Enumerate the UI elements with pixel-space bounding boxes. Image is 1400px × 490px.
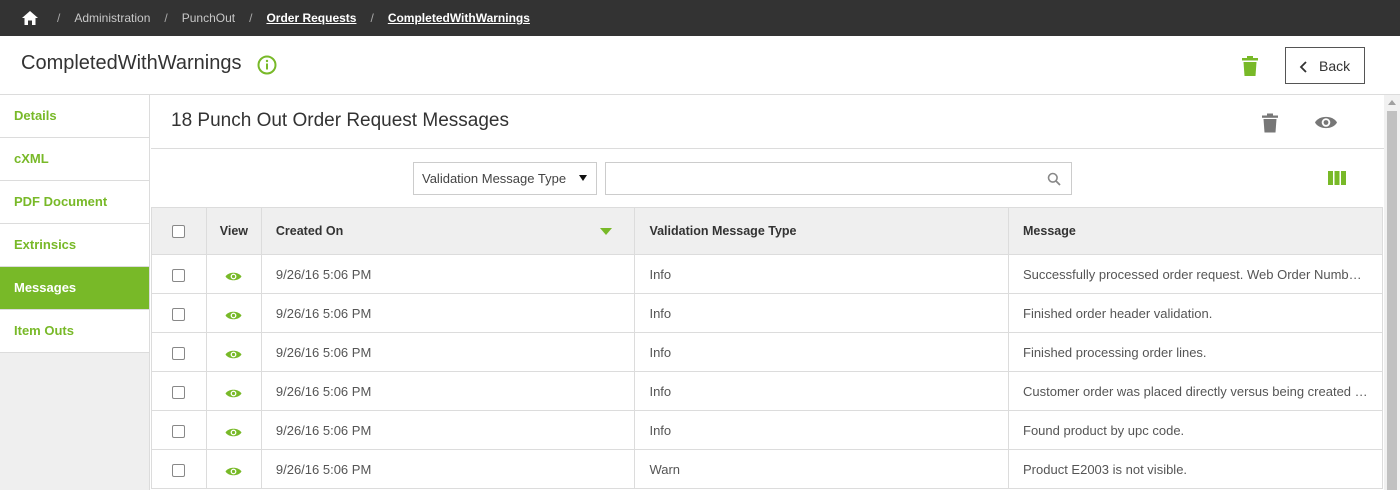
cell-message: Customer order was placed directly versu… — [1008, 371, 1383, 411]
messages-table: View Created On Validation Message Type … — [151, 207, 1383, 489]
table-header-row: View Created On Validation Message Type … — [151, 207, 1383, 255]
page-title: CompletedWithWarnings — [21, 52, 242, 74]
page-header: CompletedWithWarnings Back — [0, 36, 1400, 95]
search-icon[interactable] — [1047, 172, 1061, 186]
table-row: 9/26/16 5:06 PM Info Finished processing… — [151, 332, 1383, 372]
cell-type: Warn — [634, 449, 1009, 489]
panel-header: 18 Punch Out Order Request Messages — [151, 95, 1384, 149]
cell-message: Found product by upc code. — [1008, 410, 1383, 450]
view-eye-icon[interactable] — [225, 270, 242, 281]
breadcrumb-punchout[interactable]: PunchOut — [182, 11, 235, 25]
view-eye-icon[interactable] — [225, 387, 242, 398]
view-eye-icon[interactable] — [225, 348, 242, 359]
row-checkbox[interactable] — [172, 346, 186, 360]
table-row: 9/26/16 5:06 PM Info Successfully proces… — [151, 254, 1383, 294]
chevron-left-icon — [1299, 60, 1309, 73]
breadcrumb: / Administration / PunchOut / Order Requ… — [0, 0, 1400, 36]
sidebar-item-messages[interactable]: Messages — [0, 267, 149, 310]
filter-type-select[interactable]: Validation Message Type — [413, 162, 597, 195]
vertical-scrollbar[interactable] — [1384, 95, 1400, 490]
messages-panel: 18 Punch Out Order Request Messages Vali… — [151, 95, 1384, 490]
cell-created-on: 9/26/16 5:06 PM — [260, 254, 636, 294]
column-header-type[interactable]: Validation Message Type — [634, 207, 1009, 255]
cell-type: Info — [634, 410, 1009, 450]
sidebar-item-cxml[interactable]: cXML — [0, 138, 149, 181]
row-checkbox[interactable] — [172, 268, 186, 282]
view-eye-icon[interactable] — [225, 309, 242, 320]
row-checkbox[interactable] — [172, 307, 186, 321]
sidebar-item-details[interactable]: Details — [0, 95, 149, 138]
breadcrumb-separator: / — [370, 11, 374, 25]
back-button-label: Back — [1319, 57, 1351, 74]
scroll-up-arrow-icon[interactable] — [1388, 100, 1396, 105]
cell-type: Info — [634, 293, 1009, 333]
home-icon[interactable] — [21, 9, 39, 27]
sidebar-item-item-outs[interactable]: Item Outs — [0, 310, 149, 353]
cell-created-on: 9/26/16 5:06 PM — [260, 449, 636, 489]
breadcrumb-separator: / — [57, 11, 61, 25]
sidebar-item-pdf-document[interactable]: PDF Document — [0, 181, 149, 224]
sidebar: Details cXML PDF Document Extrinsics Mes… — [0, 95, 150, 490]
cell-type: Info — [634, 371, 1009, 411]
row-checkbox[interactable] — [172, 463, 186, 477]
filter-bar: Validation Message Type — [151, 149, 1384, 207]
table-row: 9/26/16 5:06 PM Info Found product by up… — [151, 410, 1383, 450]
column-header-created-on[interactable]: Created On — [260, 207, 636, 255]
sort-desc-icon[interactable] — [600, 228, 613, 235]
panel-title: 18 Punch Out Order Request Messages — [171, 110, 509, 131]
view-eye-icon[interactable] — [225, 465, 242, 476]
cell-created-on: 9/26/16 5:06 PM — [260, 371, 636, 411]
table-row: 9/26/16 5:06 PM Warn Product E2003 is no… — [151, 449, 1383, 489]
info-icon[interactable] — [257, 55, 277, 75]
columns-icon[interactable] — [1328, 171, 1346, 185]
cell-created-on: 9/26/16 5:06 PM — [260, 293, 636, 333]
view-eye-icon[interactable] — [225, 426, 242, 437]
breadcrumb-current[interactable]: CompletedWithWarnings — [388, 11, 530, 25]
delete-icon[interactable] — [1240, 55, 1260, 77]
cell-message: Product E2003 is not visible. — [1008, 449, 1383, 489]
select-all-cell — [151, 207, 207, 255]
search-input[interactable] — [606, 163, 1071, 194]
cell-type: Info — [634, 254, 1009, 294]
column-header-view: View — [205, 207, 262, 255]
cell-message: Finished processing order lines. — [1008, 332, 1383, 372]
table-row: 9/26/16 5:06 PM Info Customer order was … — [151, 371, 1383, 411]
filter-select-value: Validation Message Type — [422, 171, 567, 186]
cell-created-on: 9/26/16 5:06 PM — [260, 332, 636, 372]
breadcrumb-separator: / — [164, 11, 168, 25]
sidebar-item-extrinsics[interactable]: Extrinsics — [0, 224, 149, 267]
caret-down-icon — [579, 175, 587, 181]
column-header-created-on-label: Created On — [275, 224, 344, 238]
cell-message: Finished order header validation. — [1008, 293, 1383, 333]
eye-icon[interactable] — [1314, 114, 1338, 131]
cell-created-on: 9/26/16 5:06 PM — [260, 410, 636, 450]
breadcrumb-administration[interactable]: Administration — [74, 11, 150, 25]
row-checkbox[interactable] — [172, 424, 186, 438]
search-field[interactable] — [605, 162, 1072, 195]
breadcrumb-separator: / — [249, 11, 253, 25]
row-checkbox[interactable] — [172, 385, 186, 399]
scrollbar-thumb[interactable] — [1387, 111, 1397, 490]
table-row: 9/26/16 5:06 PM Info Finished order head… — [151, 293, 1383, 333]
delete-icon[interactable] — [1261, 113, 1279, 133]
breadcrumb-order-requests[interactable]: Order Requests — [266, 11, 356, 25]
cell-type: Info — [634, 332, 1009, 372]
back-button[interactable]: Back — [1285, 47, 1365, 84]
cell-message: Successfully processed order request. We… — [1008, 254, 1383, 294]
column-header-message[interactable]: Message — [1008, 207, 1383, 255]
select-all-checkbox[interactable] — [172, 225, 186, 239]
